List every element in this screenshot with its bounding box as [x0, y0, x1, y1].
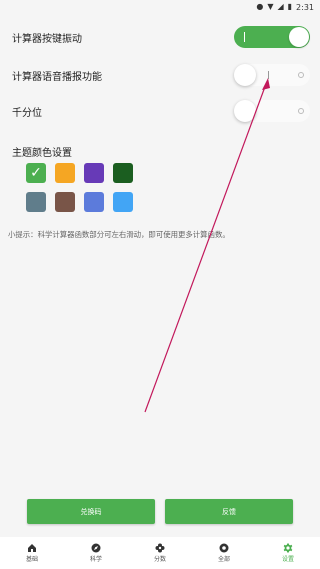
- nav-label: 全部: [217, 556, 230, 563]
- theme-color-swatch[interactable]: [113, 163, 133, 183]
- battery-icon: ▮: [287, 2, 293, 11]
- setting-row-vibration: 计算器按键振动: [12, 26, 310, 48]
- theme-color-swatch[interactable]: [26, 192, 46, 212]
- status-bar: ● ▼ ◢ ▮ 2:31: [0, 0, 320, 14]
- theme-swatch-grid: ✓: [26, 163, 133, 212]
- grid-circle-icon: [219, 543, 229, 553]
- voice-label: 计算器语音播报功能: [12, 71, 102, 83]
- compass-icon: [91, 543, 101, 553]
- tip-text: 小提示：科学计算器函数部分可左右滑动，即可使用更多计算函数。: [8, 230, 230, 239]
- status-time: 2:31: [296, 2, 314, 12]
- nav-item-settings[interactable]: 设置: [256, 537, 320, 569]
- nav-label: 科学: [89, 556, 102, 563]
- nav-item-all[interactable]: 全部: [192, 537, 256, 569]
- nav-item-fraction[interactable]: 分数: [128, 537, 192, 569]
- setting-row-thousands: 千分位: [12, 100, 310, 122]
- toggle-knob: [289, 27, 309, 47]
- theme-color-swatch[interactable]: [55, 192, 75, 212]
- check-icon: ✓: [30, 165, 42, 181]
- feedback-button[interactable]: 反馈: [165, 499, 293, 524]
- theme-color-swatch[interactable]: [84, 163, 104, 183]
- redeem-code-button[interactable]: 兑换码: [27, 499, 155, 524]
- nav-item-science[interactable]: 科学: [64, 537, 128, 569]
- theme-color-swatch[interactable]: ✓: [26, 163, 46, 183]
- vibration-label: 计算器按键振动: [12, 33, 82, 45]
- thousands-label: 千分位: [12, 107, 42, 119]
- signal-icon: ◢: [277, 2, 284, 11]
- toggle-knob: [234, 64, 256, 86]
- flower-icon: [155, 543, 165, 553]
- bottom-nav: 基础 科学 分数 全部 设置: [0, 537, 320, 569]
- setting-row-voice: 计算器语音播报功能: [12, 64, 310, 86]
- theme-color-swatch[interactable]: [84, 192, 104, 212]
- voice-toggle[interactable]: [234, 64, 310, 86]
- gear-icon: [283, 543, 293, 553]
- theme-color-swatch[interactable]: [113, 192, 133, 212]
- home-icon: [28, 544, 36, 552]
- nav-label: 分数: [153, 556, 166, 563]
- wifi-icon: ▼: [267, 2, 274, 11]
- nav-label: 基础: [25, 556, 38, 563]
- toggle-knob: [234, 100, 256, 122]
- arrow-line: [144, 83, 267, 413]
- theme-color-swatch[interactable]: [55, 163, 75, 183]
- location-icon: ●: [256, 2, 264, 11]
- nav-label: 设置: [281, 556, 294, 563]
- thousands-toggle[interactable]: [234, 100, 310, 122]
- theme-title: 主题颜色设置: [12, 148, 72, 159]
- nav-item-basic[interactable]: 基础: [0, 537, 64, 569]
- vibration-toggle[interactable]: [234, 26, 310, 48]
